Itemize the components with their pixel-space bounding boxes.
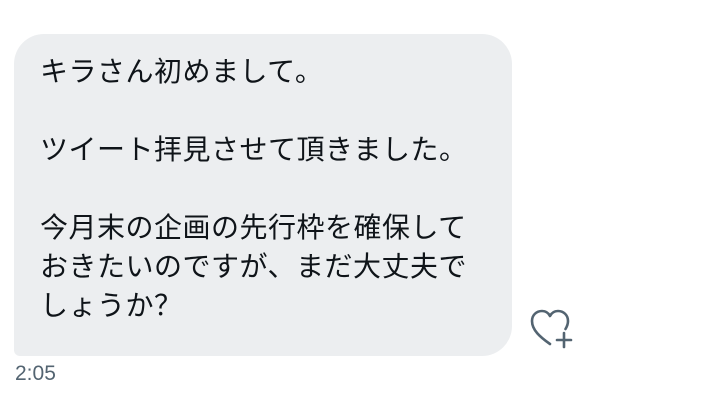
message-line: キラさん初めまして。 xyxy=(40,55,324,88)
message-line: 今月末の企画の先行枠を確保して xyxy=(40,211,467,244)
message-timestamp: 2:05 xyxy=(15,362,56,385)
message-line: ツイート拝見させて頂きました。 xyxy=(40,133,468,166)
message-line: しょうか？ xyxy=(40,289,183,322)
message-line: おきたいのですが、まだ大丈夫で xyxy=(40,250,467,283)
message-bubble[interactable]: キラさん初めまして。 ツイート拝見させて頂きました。 今月末の企画の先行枠を確保… xyxy=(14,34,512,356)
add-reaction-button[interactable] xyxy=(528,306,574,350)
message-paragraph: 今月末の企画の先行枠を確保して おきたいのですが、まだ大丈夫で しょうか？ xyxy=(40,208,486,325)
message-paragraph: キラさん初めまして。 xyxy=(40,52,486,91)
heart-plus-icon xyxy=(530,309,573,349)
message-paragraph: ツイート拝見させて頂きました。 xyxy=(40,130,486,169)
